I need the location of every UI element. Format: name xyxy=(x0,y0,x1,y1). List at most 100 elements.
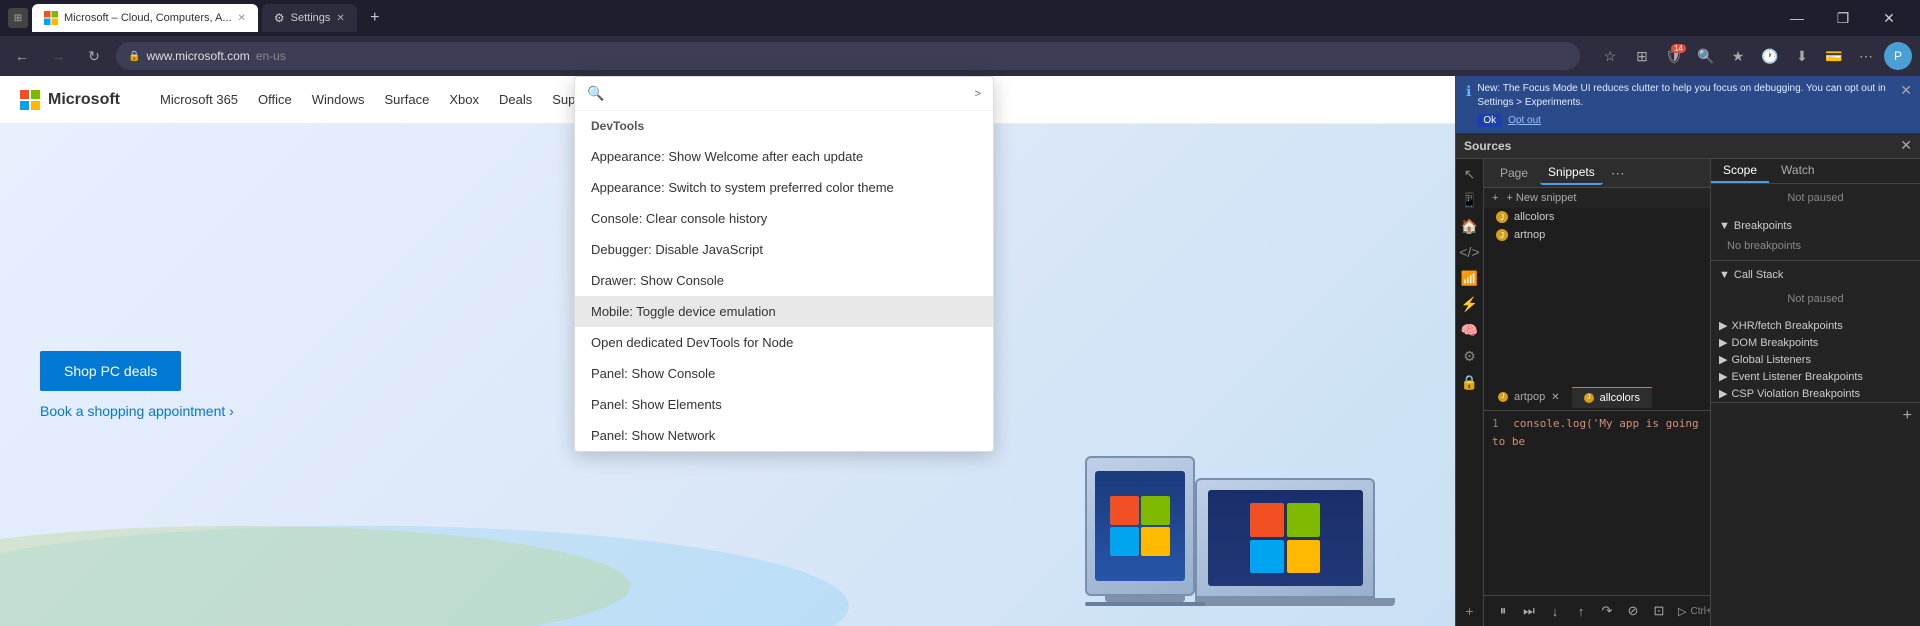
ms-logo-sq1 xyxy=(20,90,29,99)
left-icon-source[interactable]: </> xyxy=(1459,241,1481,263)
ms-logo[interactable]: Microsoft xyxy=(20,90,120,110)
url-bar[interactable]: 🔒 www.microsoft.com en-us xyxy=(116,42,1580,70)
ms-logo-squares xyxy=(20,90,40,110)
toolbar-step-into[interactable]: ↓ xyxy=(1544,600,1566,622)
toolbar-step[interactable]: ↷ xyxy=(1596,600,1618,622)
dropdown-item-panel-console[interactable]: Panel: Show Console xyxy=(575,358,993,389)
toolbar-step-over[interactable]: ⏭ xyxy=(1518,600,1540,622)
dropdown-item-panel-network[interactable]: Panel: Show Network xyxy=(575,420,993,451)
dropdown-item-devtools[interactable]: DevTools xyxy=(575,111,993,141)
add-breakpoint-bar: + xyxy=(1711,402,1920,429)
left-icon-application[interactable]: ⚙ xyxy=(1459,345,1481,367)
info-text: New: The Focus Mode UI reduces clutter t… xyxy=(1477,82,1890,110)
book-shopping-link[interactable]: Book a shopping appointment › xyxy=(40,403,234,419)
profile-button[interactable]: P xyxy=(1884,42,1912,70)
xhr-breakpoints-item[interactable]: ▶ XHR/fetch Breakpoints xyxy=(1711,317,1920,334)
left-icon-network[interactable]: 📶 xyxy=(1459,267,1481,289)
nav-link-xbox[interactable]: Xbox xyxy=(449,92,479,107)
tab-favicon-settings: ⚙ xyxy=(274,11,285,25)
artnop-icon: J xyxy=(1496,229,1508,241)
ok-button[interactable]: Ok xyxy=(1477,114,1502,127)
browser-badge-icon[interactable]: 🛡 14 xyxy=(1660,42,1688,70)
tab-close-settings[interactable]: ✕ xyxy=(336,13,344,24)
more-icon[interactable]: ⋯ xyxy=(1852,42,1880,70)
dropdown-item-console-clear[interactable]: Console: Clear console history xyxy=(575,203,993,234)
wallet-icon[interactable]: 💳 xyxy=(1820,42,1848,70)
add-breakpoint-button[interactable]: + xyxy=(1903,407,1912,425)
forward-button[interactable]: → xyxy=(44,42,72,70)
favorites-icon[interactable]: ★ xyxy=(1724,42,1752,70)
allcolors-tab-icon: J xyxy=(1584,393,1594,403)
panel-container: ↖ 📱 🏠 </> 📶 ⚡ 🧠 ⚙ 🔒 + Page Snippets ⋯ xyxy=(1456,159,1920,626)
back-button[interactable]: ← xyxy=(8,42,36,70)
left-icon-device[interactable]: 📱 xyxy=(1459,189,1481,211)
nav-link-surface[interactable]: Surface xyxy=(385,92,430,107)
dropdown-search-input[interactable] xyxy=(612,86,966,101)
snippets-more-button[interactable]: ⋯ xyxy=(1611,165,1625,182)
nav-link-office[interactable]: Office xyxy=(258,92,292,107)
tab-close-microsoft[interactable]: ✕ xyxy=(238,13,246,24)
dom-breakpoints-item[interactable]: ▶ DOM Breakpoints xyxy=(1711,334,1920,351)
left-icon-performance[interactable]: ⚡ xyxy=(1459,293,1481,315)
dropdown-item-appearance-welcome[interactable]: Appearance: Show Welcome after each upda… xyxy=(575,141,993,172)
toolbar-toggle[interactable]: ⊡ xyxy=(1648,600,1670,622)
dropdown-item-drawer-console[interactable]: Drawer: Show Console xyxy=(575,265,993,296)
toolbar-step-out[interactable]: ↑ xyxy=(1570,600,1592,622)
toolbar-deactivate[interactable]: ⊘ xyxy=(1622,600,1644,622)
address-bar: ← → ↻ 🔒 www.microsoft.com en-us ☆ ⊞ 🛡 14… xyxy=(0,36,1920,76)
breakpoints-header[interactable]: ▼ Breakpoints xyxy=(1711,216,1920,236)
restore-button[interactable]: ❐ xyxy=(1820,0,1866,36)
new-snippet-button[interactable]: + + New snippet xyxy=(1484,188,1710,208)
nav-link-windows[interactable]: Windows xyxy=(312,92,365,107)
file-artnop[interactable]: J artnop xyxy=(1484,226,1710,244)
csp-breakpoints-item[interactable]: ▶ CSP Violation Breakpoints xyxy=(1711,385,1920,402)
left-icon-add[interactable]: + xyxy=(1459,600,1481,622)
file-tab-artpop-close[interactable]: ✕ xyxy=(1551,392,1559,403)
tab-page[interactable]: Page xyxy=(1492,162,1536,184)
left-icon-memory[interactable]: 🧠 xyxy=(1459,319,1481,341)
downloads-icon[interactable]: ⬇ xyxy=(1788,42,1816,70)
code-editor[interactable]: 1 console.log('My app is going to be xyxy=(1484,411,1710,596)
nav-link-microsoft365[interactable]: Microsoft 365 xyxy=(160,92,238,107)
opt-out-label[interactable]: Opt out xyxy=(1508,115,1541,126)
devtools-main-panel: Page Snippets ⋯ + + New snippet J allcol… xyxy=(1484,159,1710,626)
watch-tab[interactable]: Watch xyxy=(1769,159,1827,183)
devtools-close-button[interactable]: ✕ xyxy=(1900,137,1912,154)
close-button[interactable]: ✕ xyxy=(1866,0,1912,36)
left-icon-home[interactable]: 🏠 xyxy=(1459,215,1481,237)
new-tab-button[interactable]: + xyxy=(361,4,389,32)
toolbar-pause[interactable]: ⏸ xyxy=(1492,600,1514,622)
dropdown-item-appearance-theme[interactable]: Appearance: Switch to system preferred c… xyxy=(575,172,993,203)
left-icon-security[interactable]: 🔒 xyxy=(1459,371,1481,393)
devtools-info-bar: ℹ New: The Focus Mode UI reduces clutter… xyxy=(1456,76,1920,133)
dropdown-item-debugger-disable[interactable]: Debugger: Disable JavaScript xyxy=(575,234,993,265)
star-icon[interactable]: ☆ xyxy=(1596,42,1624,70)
left-icon-pointer[interactable]: ↖ xyxy=(1459,163,1481,185)
toolbar-icons: ☆ ⊞ 🛡 14 🔍 ★ 🕐 ⬇ 💳 ⋯ P xyxy=(1596,42,1912,70)
scope-tab[interactable]: Scope xyxy=(1711,159,1769,183)
shop-pc-deals-button[interactable]: Shop PC deals xyxy=(40,351,181,391)
global-listeners-item[interactable]: ▶ Global Listeners xyxy=(1711,351,1920,368)
dropdown-item-panel-elements[interactable]: Panel: Show Elements xyxy=(575,389,993,420)
history-icon[interactable]: 🕐 xyxy=(1756,42,1784,70)
run-snippet-button[interactable]: ▷ Ctrl+Enter xyxy=(1670,603,1710,620)
zoom-icon[interactable]: 🔍 xyxy=(1692,42,1720,70)
callstack-header[interactable]: ▼ Call Stack xyxy=(1711,265,1920,285)
tab-bar: ⊞ Microsoft – Cloud, Computers, A... ✕ ⚙… xyxy=(0,0,1920,36)
info-close-icon[interactable]: ✕ xyxy=(1900,82,1912,99)
tab-settings[interactable]: ⚙ Settings ✕ xyxy=(262,4,357,32)
file-tab-artpop[interactable]: J artpop ✕ xyxy=(1486,387,1572,407)
dropdown-item-mobile-toggle[interactable]: Mobile: Toggle device emulation xyxy=(575,296,993,327)
tab-microsoft[interactable]: Microsoft – Cloud, Computers, A... ✕ xyxy=(32,4,258,32)
nav-link-deals[interactable]: Deals xyxy=(499,92,532,107)
main-area: Microsoft Microsoft 365 Office Windows S… xyxy=(0,76,1920,626)
file-allcolors[interactable]: J allcolors xyxy=(1484,208,1710,226)
event-listener-item[interactable]: ▶ Event Listener Breakpoints xyxy=(1711,368,1920,385)
devtools-page-snippets-tabs: Page Snippets ⋯ xyxy=(1484,159,1710,188)
minimize-button[interactable]: — xyxy=(1774,0,1820,36)
dropdown-item-open-node[interactable]: Open dedicated DevTools for Node xyxy=(575,327,993,358)
file-tab-allcolors[interactable]: J allcolors xyxy=(1572,387,1652,408)
tab-snippets[interactable]: Snippets xyxy=(1540,161,1603,185)
collections-icon[interactable]: ⊞ xyxy=(1628,42,1656,70)
refresh-button[interactable]: ↻ xyxy=(80,42,108,70)
